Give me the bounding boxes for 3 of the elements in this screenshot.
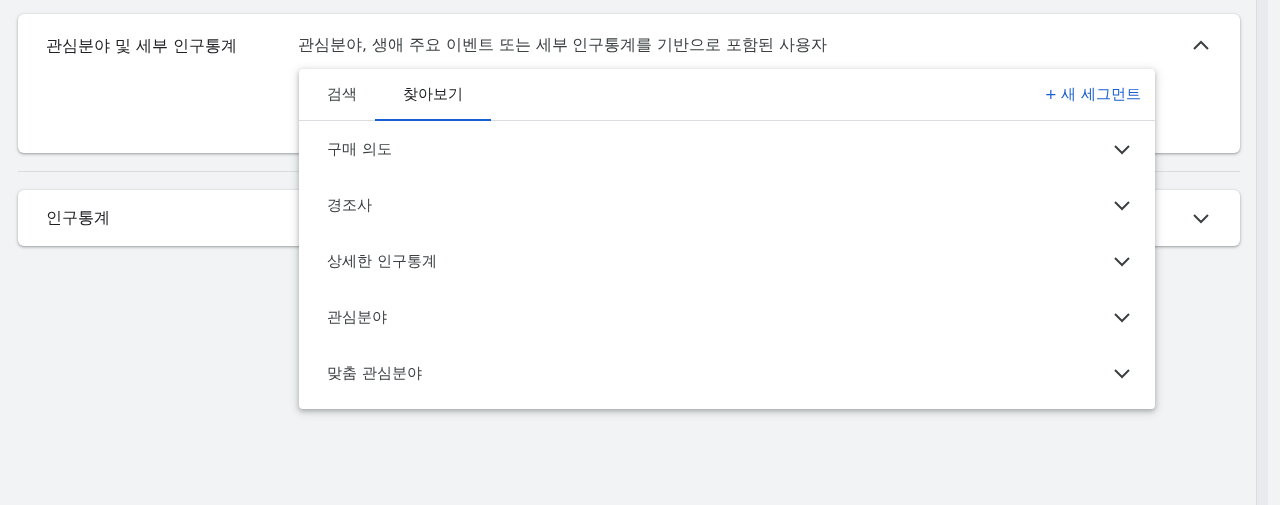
section-title: 관심분야 및 세부 인구통계	[46, 35, 239, 57]
section-description: 관심분야, 생애 주요 이벤트 또는 세부 인구통계를 기반으로 포함된 사용자	[298, 35, 829, 56]
section-title: 인구통계	[46, 207, 111, 229]
